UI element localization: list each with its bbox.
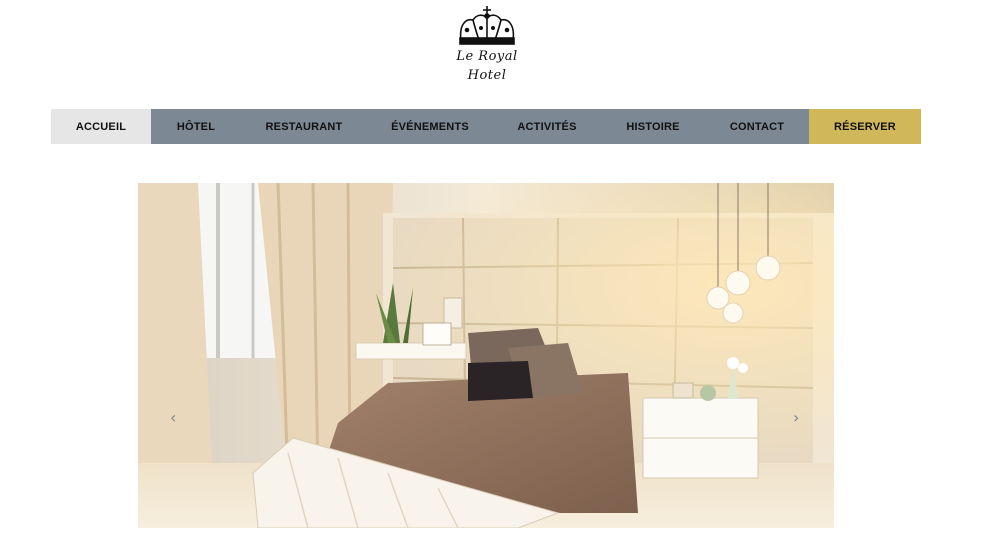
hotel-bedroom-image: [138, 183, 834, 528]
hero-slider: [138, 183, 834, 528]
brand-name-line1: Le Royal: [456, 49, 518, 64]
nav-item-accueil[interactable]: ACCUEIL: [51, 109, 151, 144]
brand-name-line2: Hotel: [467, 68, 507, 83]
hotel-logo[interactable]: Le Royal Hotel: [447, 4, 527, 90]
nav-item-reserver[interactable]: RÉSERVER: [809, 109, 921, 144]
nav-item-evenements[interactable]: ÉVÉNEMENTS: [367, 109, 493, 144]
chevron-left-icon[interactable]: ‹: [170, 410, 176, 426]
crown-icon: [459, 6, 515, 45]
nav-item-hotel[interactable]: HÔTEL: [151, 109, 241, 144]
nav-item-contact[interactable]: CONTACT: [705, 109, 809, 144]
nav-item-activites[interactable]: ACTIVITÉS: [493, 109, 601, 144]
chevron-right-icon[interactable]: ›: [793, 410, 799, 426]
nav-item-restaurant[interactable]: RESTAURANT: [241, 109, 367, 144]
main-nav: ACCUEIL HÔTEL RESTAURANT ÉVÉNEMENTS ACTI…: [51, 109, 921, 144]
nav-item-histoire[interactable]: HISTOIRE: [601, 109, 705, 144]
